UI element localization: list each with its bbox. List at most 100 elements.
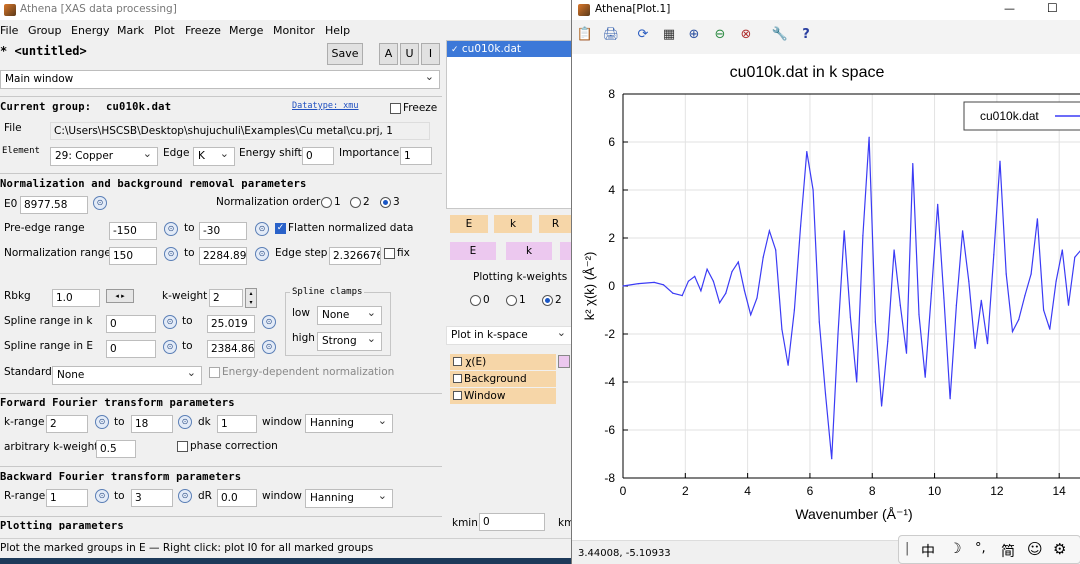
e0-pluck-icon[interactable]: ⊙ bbox=[93, 196, 107, 210]
freeze-checkbox[interactable] bbox=[390, 103, 401, 114]
krange-from-input[interactable]: 2 bbox=[46, 415, 88, 433]
group-list[interactable]: ✓ cu010k.dat bbox=[446, 40, 572, 209]
plot-e-button[interactable]: E bbox=[450, 215, 488, 233]
a-button[interactable]: A bbox=[379, 43, 398, 65]
edge-step-input[interactable]: 2.326676 bbox=[329, 247, 381, 265]
menu-group[interactable]: Group bbox=[28, 24, 62, 37]
preedge-to-pluck-icon[interactable]: ⊙ bbox=[255, 222, 269, 236]
group-checkbox[interactable]: ✓ bbox=[451, 45, 459, 55]
zoom-reset-icon[interactable]: ⊗ bbox=[737, 26, 755, 44]
preedge-from-pluck-icon[interactable]: ⊙ bbox=[164, 222, 178, 236]
window-option[interactable]: Window bbox=[450, 388, 556, 404]
print-icon[interactable]: 🖨 bbox=[602, 26, 620, 44]
rrange-from-input[interactable]: 1 bbox=[46, 489, 88, 507]
clamp-low-select[interactable]: None bbox=[317, 304, 382, 325]
menu-merge[interactable]: Merge bbox=[229, 24, 263, 37]
plot-k-marked-button[interactable]: k bbox=[506, 242, 552, 260]
fix-checkbox[interactable] bbox=[384, 248, 395, 259]
chi-option[interactable]: χ(E) bbox=[450, 354, 556, 370]
clipboard-icon[interactable]: 📋 bbox=[576, 26, 594, 44]
preedge-to-input[interactable]: -30 bbox=[199, 222, 247, 240]
norm-to-pluck-icon[interactable]: ⊙ bbox=[255, 247, 269, 261]
plot-e-marked-button[interactable]: E bbox=[450, 242, 496, 260]
energy-shift-input[interactable]: 0 bbox=[302, 147, 334, 165]
menu-freeze[interactable]: Freeze bbox=[185, 24, 221, 37]
save-button[interactable]: Save bbox=[327, 43, 363, 65]
krange-to-pluck-icon[interactable]: ⊙ bbox=[178, 415, 192, 429]
menu-help[interactable]: Help bbox=[325, 24, 350, 37]
window-checkbox[interactable] bbox=[453, 391, 462, 400]
kmin-input[interactable]: 0 bbox=[479, 513, 545, 531]
ime-moon-icon[interactable]: ☽ bbox=[949, 541, 962, 557]
kweight-input[interactable]: 2 bbox=[209, 289, 243, 307]
arb-kweight-input[interactable]: 0.5 bbox=[96, 440, 136, 458]
menu-plot[interactable]: Plot bbox=[154, 24, 175, 37]
ime-simplified-icon[interactable]: 简 bbox=[1001, 541, 1015, 561]
view-select[interactable]: Main window bbox=[0, 68, 440, 89]
menu-monitor[interactable]: Monitor bbox=[273, 24, 315, 37]
spline-e-to-pluck-icon[interactable]: ⊙ bbox=[262, 340, 276, 354]
rrange-to-input[interactable]: 3 bbox=[131, 489, 173, 507]
krange-from-pluck-icon[interactable]: ⊙ bbox=[95, 415, 109, 429]
background-checkbox[interactable] bbox=[453, 374, 462, 383]
energy-dep-norm-checkbox[interactable] bbox=[209, 367, 220, 378]
norm-from-pluck-icon[interactable]: ⊙ bbox=[164, 247, 178, 261]
refresh-icon[interactable]: ⟳ bbox=[634, 26, 652, 44]
norm-order-3-radio[interactable] bbox=[380, 197, 391, 208]
plot-svg[interactable]: cu010k.dat in k space 0 2 4 6 8 10 12 14 8 6 4 2 0 -2 -… bbox=[572, 54, 1080, 544]
e0-input[interactable]: 8977.58 bbox=[20, 196, 88, 214]
plot-space-select[interactable]: Plot in k-space bbox=[446, 324, 572, 345]
spline-e-from-input[interactable]: 0 bbox=[106, 340, 156, 358]
clamp-high-select[interactable]: Strong bbox=[317, 330, 382, 351]
phase-corr-checkbox[interactable] bbox=[177, 441, 188, 452]
rbkg-input[interactable]: 1.0 bbox=[52, 289, 100, 307]
kweight-spinner[interactable]: ▴ ▾ bbox=[245, 288, 257, 308]
ime-emoji-icon[interactable]: ☺ bbox=[1027, 540, 1043, 558]
zoom-in-icon[interactable]: ⊕ bbox=[685, 26, 703, 44]
standard-select[interactable]: None bbox=[52, 364, 202, 385]
u-button[interactable]: U bbox=[400, 43, 419, 65]
background-option[interactable]: Background bbox=[450, 371, 556, 387]
spline-e-from-pluck-icon[interactable]: ⊙ bbox=[163, 340, 177, 354]
kweight-2-radio[interactable] bbox=[542, 295, 553, 306]
kweight-0-radio[interactable] bbox=[470, 295, 481, 306]
krange-to-input[interactable]: 18 bbox=[131, 415, 173, 433]
menu-energy[interactable]: Energy bbox=[71, 24, 110, 37]
spline-e-to-input[interactable]: 2384.860 bbox=[207, 340, 255, 358]
help-icon[interactable]: ? bbox=[797, 26, 815, 44]
window-select[interactable]: Hanning bbox=[305, 412, 393, 433]
i-button[interactable]: I bbox=[421, 43, 440, 65]
maximize-button[interactable]: ☐ bbox=[1047, 1, 1058, 15]
spline-k-to-input[interactable]: 25.019 bbox=[207, 315, 255, 333]
ime-punct-icon[interactable]: °, bbox=[975, 541, 986, 556]
menu-mark[interactable]: Mark bbox=[117, 24, 144, 37]
norm-to-input[interactable]: 2284.89 bbox=[199, 247, 247, 265]
group-list-item[interactable]: ✓ cu010k.dat bbox=[447, 41, 571, 57]
plot-k-button[interactable]: k bbox=[494, 215, 532, 233]
flatten-checkbox[interactable]: ✓ bbox=[275, 223, 286, 234]
norm-order-1-radio[interactable] bbox=[321, 197, 332, 208]
extra-option-checkbox[interactable] bbox=[558, 355, 570, 368]
dk-input[interactable]: 1 bbox=[217, 415, 257, 433]
settings-icon[interactable]: 🔧 bbox=[771, 26, 789, 44]
ime-settings-icon[interactable]: ⚙ bbox=[1053, 540, 1066, 558]
preedge-from-input[interactable]: -150 bbox=[109, 222, 157, 240]
edge-select[interactable]: K bbox=[193, 145, 235, 166]
spline-k-from-input[interactable]: 0 bbox=[106, 315, 156, 333]
grid-icon[interactable]: ▦ bbox=[660, 26, 678, 44]
rrange-to-pluck-icon[interactable]: ⊙ bbox=[178, 489, 192, 503]
kweight-1-radio[interactable] bbox=[506, 295, 517, 306]
datatype-link[interactable]: Datatype: xmu bbox=[292, 101, 359, 111]
importance-input[interactable]: 1 bbox=[400, 147, 432, 165]
menu-file[interactable]: File bbox=[0, 24, 18, 37]
norm-from-input[interactable]: 150 bbox=[109, 247, 157, 265]
minimize-button[interactable]: — bbox=[1004, 2, 1015, 15]
norm-order-2-radio[interactable] bbox=[350, 197, 361, 208]
rrange-from-pluck-icon[interactable]: ⊙ bbox=[95, 489, 109, 503]
rbkg-stepper[interactable]: ◂ ▸ bbox=[106, 289, 134, 303]
chi-checkbox[interactable] bbox=[453, 357, 462, 366]
plot-r-button[interactable]: R bbox=[539, 215, 572, 233]
element-select[interactable]: 29: Copper bbox=[50, 145, 158, 166]
spline-k-to-pluck-icon[interactable]: ⊙ bbox=[262, 315, 276, 329]
bwindow-select[interactable]: Hanning bbox=[305, 487, 393, 508]
